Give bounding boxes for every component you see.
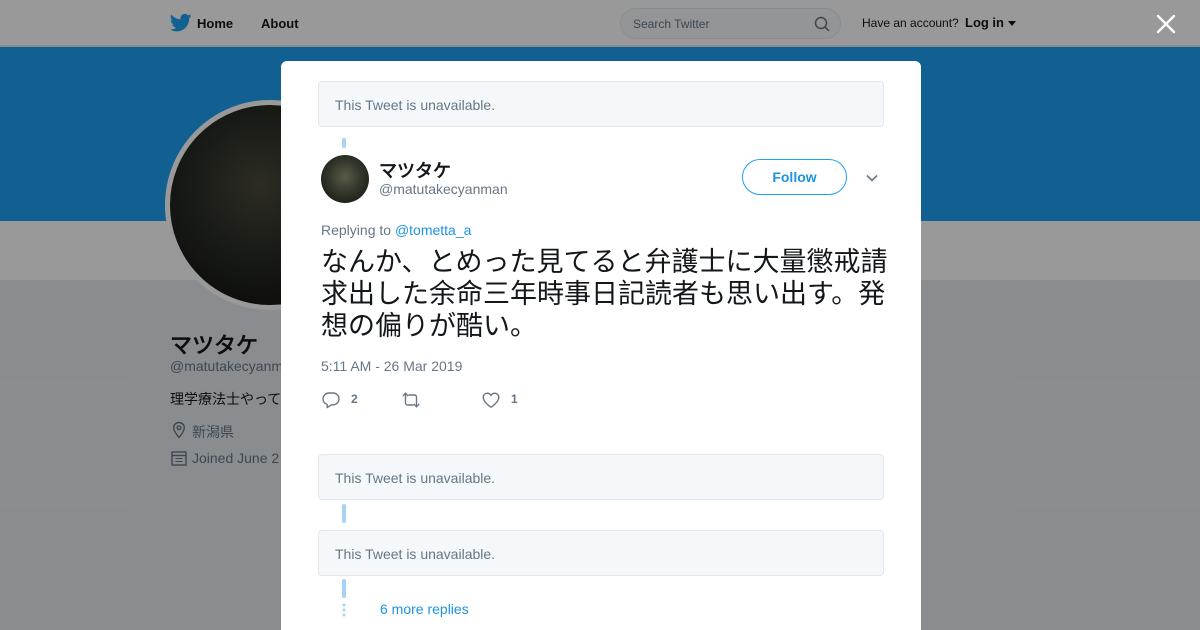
- thread-line: [342, 579, 346, 598]
- unavailable-tweet-notice: This Tweet is unavailable.: [318, 530, 884, 576]
- more-replies-link[interactable]: 6 more replies: [380, 601, 469, 617]
- unavailable-tweet-text: This Tweet is unavailable.: [335, 97, 496, 113]
- like-button[interactable]: 1: [481, 389, 531, 411]
- replying-to-prefix: Replying to: [321, 222, 392, 238]
- tweet-author-avatar[interactable]: [321, 155, 369, 203]
- replying-to: Replying to @tometta_a: [321, 222, 471, 238]
- close-icon[interactable]: [1154, 12, 1178, 36]
- reply-icon: [322, 392, 340, 409]
- chevron-down-icon[interactable]: [865, 171, 879, 185]
- tweet-modal: This Tweet is unavailable. マツタケ @matutak…: [281, 61, 921, 630]
- follow-button[interactable]: Follow: [742, 159, 847, 195]
- thread-dots-icon: [342, 603, 346, 617]
- retweet-icon: [402, 392, 420, 408]
- thread-line: [342, 504, 346, 523]
- retweet-button[interactable]: [401, 389, 451, 411]
- unavailable-tweet-text: This Tweet is unavailable.: [335, 470, 496, 486]
- tweet-author-name[interactable]: マツタケ: [379, 157, 451, 183]
- thread-line: [342, 138, 346, 148]
- unavailable-tweet-text: This Tweet is unavailable.: [335, 546, 496, 562]
- replying-to-handle-link[interactable]: @tometta_a: [395, 222, 471, 238]
- reply-count: 2: [351, 392, 358, 406]
- unavailable-tweet-notice: This Tweet is unavailable.: [318, 454, 884, 500]
- unavailable-tweet-notice: This Tweet is unavailable.: [318, 81, 884, 127]
- reply-button[interactable]: 2: [321, 389, 371, 411]
- tweet-timestamp[interactable]: 5:11 AM - 26 Mar 2019: [321, 358, 462, 374]
- like-count: 1: [511, 392, 518, 406]
- heart-icon: [482, 392, 500, 408]
- tweet-author-handle[interactable]: @matutakecyanman: [379, 181, 508, 197]
- tweet-text: なんか、とめった見てると弁護士に大量懲戒請求出した余命三年時事日記読者も思い出す…: [321, 247, 888, 342]
